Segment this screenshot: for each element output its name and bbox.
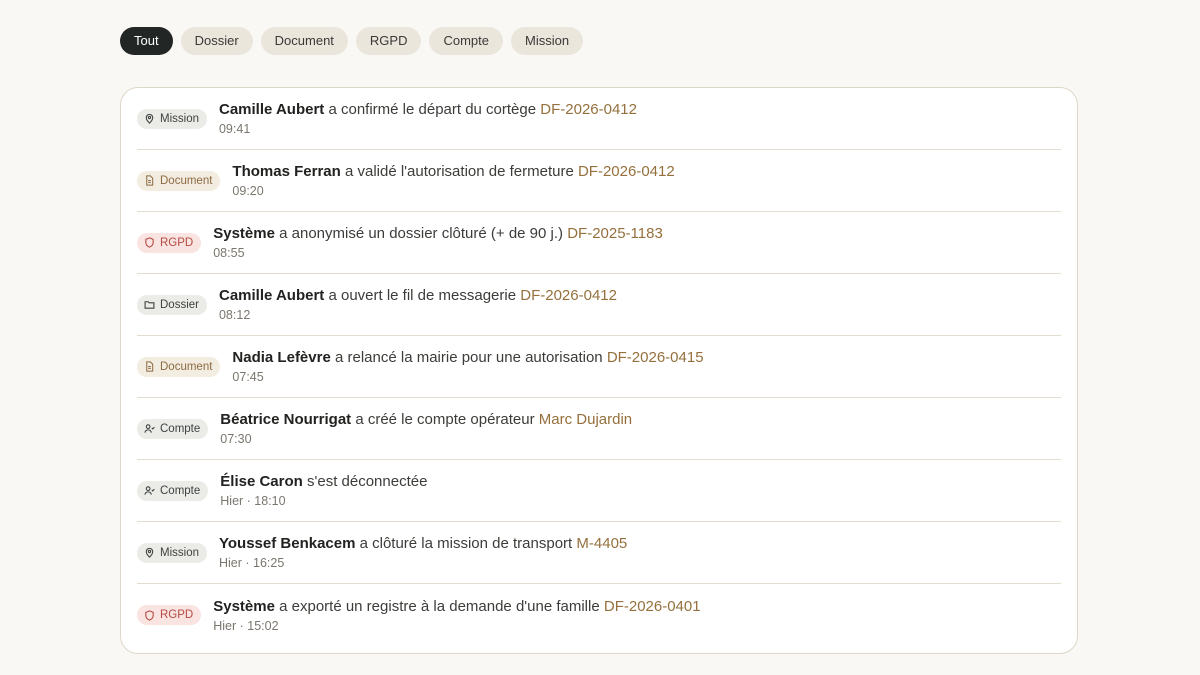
activity-row: Dossier Camille Aubert a ouvert le fil de… — [137, 274, 1061, 336]
activity-line: Système a anonymisé un dossier clôturé (… — [213, 224, 663, 244]
filter-chip-mission[interactable]: Mission — [511, 27, 584, 55]
activity-time: 09:41 — [218, 122, 251, 136]
shield-icon — [144, 237, 160, 248]
activity-action: a ouvert le fil de messagerie — [328, 287, 517, 304]
badge-label: Dossier — [160, 298, 199, 311]
activity-action: a créé le compte opérateur — [355, 411, 535, 428]
activity-action: s'est déconnectée — [306, 473, 428, 490]
activity-time: Hier · 18:10 — [220, 494, 286, 508]
file-text-icon — [144, 175, 160, 186]
activity-row: RGPD Système a anonymisé un dossier clôtu… — [137, 212, 1061, 274]
activity-reference-link[interactable]: DF-2025-1183 — [567, 225, 663, 242]
activity-line: Nadia Lefèvre a relancé la mairie pour u… — [232, 348, 703, 368]
activity-content: Thomas Ferran a validé l'autorisation de… — [232, 162, 674, 199]
activity-reference-link[interactable]: Marc Dujardin — [539, 411, 632, 428]
activity-line: Élise Caron s'est déconnectée — [220, 472, 427, 492]
activity-row: Document Nadia Lefèvre a relancé la mairi… — [137, 336, 1061, 398]
map-pin-icon — [144, 547, 160, 558]
activity-content: Système a exporté un registre à la deman… — [213, 597, 700, 634]
activity-line: Thomas Ferran a validé l'autorisation de… — [232, 162, 674, 182]
activity-type-badge: RGPD — [137, 232, 202, 253]
filter-chip-compte[interactable]: Compte — [429, 27, 503, 55]
badge-label: Document — [160, 360, 213, 373]
activity-time: 07:45 — [232, 370, 264, 384]
shield-icon — [144, 609, 160, 621]
filter-chip-document[interactable]: Document — [260, 27, 348, 55]
activity-time: Hier · 16:25 — [218, 556, 285, 570]
activity-action: a exporté un registre à la demande d'une… — [279, 597, 600, 615]
badge-label: RGPD — [160, 609, 194, 621]
activity-content: Nadia Lefèvre a relancé la mairie pour u… — [232, 348, 703, 385]
folder-icon — [144, 299, 160, 310]
activity-type-badge: Mission — [137, 108, 207, 129]
activity-reference-link[interactable]: M-4405 — [576, 535, 627, 552]
activity-actor: Nadia Lefèvre — [232, 349, 331, 366]
activity-line: Youssef Benkacem a clôturé la mission de… — [219, 534, 627, 554]
user-icon — [144, 485, 160, 496]
activity-action: a relancé la mairie pour une autorisatio… — [334, 349, 603, 366]
activity-action: a confirmé le départ du cortège — [328, 101, 537, 118]
activity-actor: Youssef Benkacem — [218, 535, 356, 552]
activity-action: a anonymisé un dossier clôturé (+ de 90 … — [279, 225, 564, 242]
activity-row: Compte Béatrice Nourrigat a créé le compt… — [137, 398, 1061, 460]
activity-line: Béatrice Nourrigat a créé le compte opér… — [220, 410, 632, 430]
activity-reference-link[interactable]: DF-2026-0412 — [578, 163, 675, 180]
activity-actor: Camille Aubert — [218, 287, 325, 304]
activity-time: 09:20 — [232, 184, 264, 198]
activity-reference-link[interactable]: DF-2026-0412 — [520, 287, 617, 304]
user-icon — [144, 423, 160, 434]
activity-reference-link[interactable]: DF-2026-0412 — [540, 101, 637, 118]
activity-type-badge: Compte — [137, 480, 209, 501]
activity-actor: Élise Caron — [220, 473, 303, 490]
activity-row: Document Thomas Ferran a validé l'autoris… — [137, 150, 1061, 212]
activity-time: 07:30 — [220, 432, 252, 446]
activity-line: Camille Aubert a confirmé le départ du c… — [219, 100, 637, 120]
activity-type-badge: Compte — [137, 418, 209, 439]
map-pin-icon — [144, 113, 160, 124]
activity-actor: Thomas Ferran — [232, 163, 341, 180]
activity-actor: Béatrice Nourrigat — [220, 411, 352, 428]
badge-label: Document — [160, 174, 213, 187]
activity-content: Youssef Benkacem a clôturé la mission de… — [219, 534, 627, 571]
badge-label: RGPD — [160, 236, 194, 249]
activity-line: Système a exporté un registre à la deman… — [213, 597, 700, 617]
activity-feed: Mission Camille Aubert a confirmé le dépa… — [120, 87, 1078, 654]
activity-actor: Système — [213, 225, 275, 242]
activity-content: Élise Caron s'est déconnectée Hier · 18:1… — [220, 472, 427, 509]
activity-type-badge: Document — [137, 170, 221, 191]
activity-action: a validé l'autorisation de fermeture — [344, 163, 574, 180]
activity-content: Béatrice Nourrigat a créé le compte opér… — [220, 410, 632, 447]
activity-time: 08:55 — [213, 246, 245, 260]
activity-row: Mission Youssef Benkacem a clôturé la mis… — [137, 522, 1061, 584]
file-text-icon — [144, 361, 160, 372]
activity-row: RGPD Système a exporté un registre à la d… — [137, 584, 1061, 646]
activity-type-badge: Document — [137, 356, 221, 377]
activity-type-badge: RGPD — [137, 605, 202, 625]
activity-content: Système a anonymisé un dossier clôturé (… — [213, 224, 663, 261]
badge-label: Compte — [160, 422, 201, 435]
filter-chip-dossier[interactable]: Dossier — [180, 27, 253, 55]
activity-line: Camille Aubert a ouvert le fil de messag… — [219, 286, 617, 306]
badge-label: Mission — [160, 112, 199, 125]
activity-type-badge: Dossier — [137, 294, 207, 315]
activity-row: Mission Camille Aubert a confirmé le dépa… — [137, 88, 1061, 150]
activity-type-badge: Mission — [137, 542, 207, 563]
activity-content: Camille Aubert a confirmé le départ du c… — [219, 100, 637, 137]
filter-bar: Tout Dossier Document RGPD Compte Missio… — [120, 27, 584, 55]
activity-action: a clôturé la mission de transport — [359, 535, 573, 552]
activity-row: Compte Élise Caron s'est déconnectée Hier … — [137, 460, 1061, 522]
activity-time: 08:12 — [218, 308, 251, 322]
badge-label: Mission — [160, 546, 199, 559]
activity-reference-link[interactable]: DF-2026-0401 — [604, 598, 701, 615]
badge-label: Compte — [160, 484, 201, 497]
filter-chip-tout[interactable]: Tout — [120, 27, 173, 55]
activity-actor: Système — [213, 597, 275, 615]
filter-chip-rgpd[interactable]: RGPD — [355, 27, 422, 55]
activity-content: Camille Aubert a ouvert le fil de messag… — [219, 286, 617, 323]
activity-reference-link[interactable]: DF-2026-0415 — [607, 349, 704, 366]
activity-actor: Camille Aubert — [218, 101, 325, 118]
activity-time: Hier · 15:02 — [213, 618, 279, 633]
